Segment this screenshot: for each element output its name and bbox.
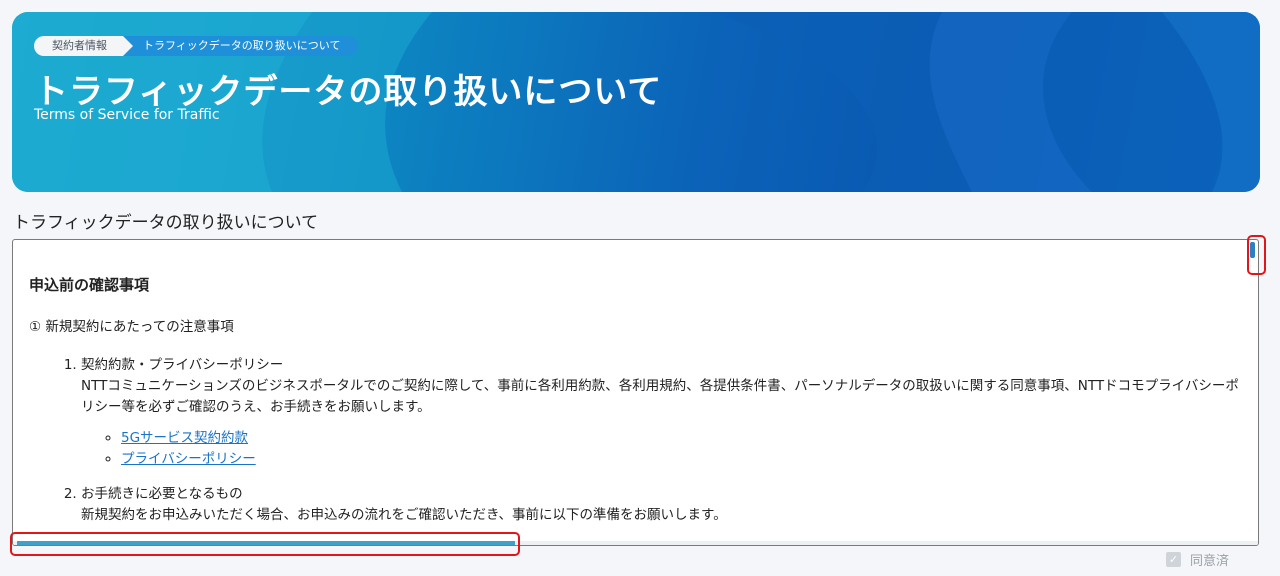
notice-list: 契約約款・プライバシーポリシー NTTコミュニケーションズのビジネスポータルでの… xyxy=(29,355,1242,526)
link-list-item: プライバシーポリシー xyxy=(121,449,1242,470)
notice-title: 申込前の確認事項 xyxy=(29,276,150,294)
agree-label: 同意済 xyxy=(1190,554,1230,569)
highlight-vertical-scrollbar xyxy=(1247,235,1266,275)
link-list-item: 5Gサービス契約約款 xyxy=(121,428,1242,449)
privacy-policy-link[interactable]: プライバシーポリシー xyxy=(121,451,256,467)
link-list: 5Gサービス契約約款 プライバシーポリシー xyxy=(81,428,1242,470)
item-label: 契約約款・プライバシーポリシー xyxy=(81,357,284,373)
page-title: トラフィックデータの取り扱いについて xyxy=(34,72,663,112)
page-subtitle: Terms of Service for Traffic xyxy=(34,107,220,123)
terms-scroll-box[interactable]: 申込前の確認事項 ① 新規契約にあたっての注意事項 契約約款・プライバシーポリシ… xyxy=(12,239,1259,546)
breadcrumb: 契約者情報 トラフィックデータの取り扱いについて xyxy=(34,36,359,56)
item-description: NTTコミュニケーションズのビジネスポータルでのご契約に際して、事前に各利用約款… xyxy=(81,378,1239,415)
notice-subtitle: ① 新規契約にあたっての注意事項 xyxy=(29,319,234,335)
agree-checkbox[interactable]: ✓ xyxy=(1166,552,1181,567)
5g-terms-link[interactable]: 5Gサービス契約約款 xyxy=(121,430,248,446)
section-heading: トラフィックデータの取り扱いについて xyxy=(13,213,319,233)
agree-checkbox-group[interactable]: ✓ 同意済 xyxy=(1166,550,1229,569)
breadcrumb-item-current: トラフィックデータの取り扱いについて xyxy=(121,36,359,56)
item-description: 新規契約をお申込みいただく場合、お申込みの流れをご確認いただき、事前に以下の準備… xyxy=(81,507,727,523)
highlight-horizontal-scrollbar xyxy=(10,532,520,556)
breadcrumb-item-contractor-info[interactable]: 契約者情報 xyxy=(34,36,133,56)
list-item: お手続きに必要となるもの 新規契約をお申込みいただく場合、お申込みの流れをご確認… xyxy=(81,484,1242,526)
hero-banner: 契約者情報 トラフィックデータの取り扱いについて トラフィックデータの取り扱いに… xyxy=(12,12,1260,192)
item-label: お手続きに必要となるもの xyxy=(81,486,243,502)
list-item: 契約約款・プライバシーポリシー NTTコミュニケーションズのビジネスポータルでの… xyxy=(81,355,1242,470)
